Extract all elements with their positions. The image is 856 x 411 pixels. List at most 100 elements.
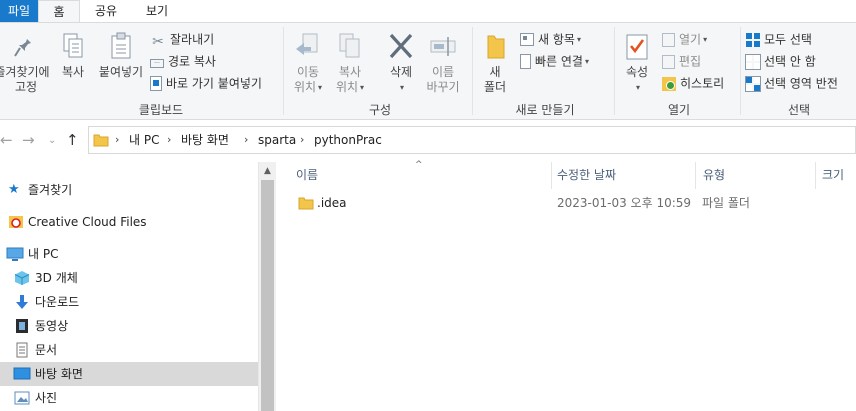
history-button[interactable]: 히스토리	[662, 73, 724, 93]
video-icon	[14, 318, 30, 334]
new-folder-line1: 새	[489, 65, 501, 79]
delete-label: 삭제	[389, 65, 413, 79]
back-arrow-icon[interactable]: ←	[0, 131, 13, 149]
select-all-button[interactable]: 모두 선택	[746, 29, 812, 49]
navigation-pane: ★ 즐겨찾기 Creative Cloud Files 내 PC 3D 개체 다…	[0, 162, 276, 411]
new-folder-button[interactable]: 새 폴더	[478, 31, 512, 95]
file-date: 2023-01-03 오후 10:59	[557, 196, 692, 210]
rename-line2: 바꾸기	[426, 80, 460, 94]
open-button[interactable]: 열기 ▾	[662, 29, 707, 49]
column-header-name[interactable]: 이름	[296, 162, 318, 189]
breadcrumb-separator[interactable]: ›	[244, 127, 248, 153]
copy-to-button[interactable]: 복사 위치 ▾	[332, 31, 368, 95]
open-icon	[662, 32, 675, 47]
clipboard-group-label: 클립보드	[138, 103, 184, 117]
scrollbar-thumb[interactable]	[261, 180, 274, 411]
copy-path-button[interactable]: ··· 경로 복사	[150, 51, 216, 71]
nav-item-this-pc[interactable]: 내 PC	[0, 242, 258, 266]
invert-selection-button[interactable]: 선택 영역 반전	[745, 73, 838, 93]
file-type: 파일 폴더	[702, 196, 750, 210]
column-header-type[interactable]: 유형	[703, 162, 725, 189]
breadcrumb-this-pc[interactable]: 내 PC	[129, 127, 159, 153]
easy-access-button[interactable]: 빠른 연결 ▾	[520, 51, 589, 71]
creative-cloud-icon	[8, 214, 24, 230]
copy-to-line2: 위치 ▾	[335, 80, 365, 94]
move-to-line2: 위치 ▾	[293, 80, 323, 94]
copy-to-line1: 복사	[338, 65, 362, 79]
new-item-button[interactable]: 새 항목 ▾	[520, 29, 581, 49]
paste-shortcut-button[interactable]: 바로 가기 붙여넣기	[150, 73, 262, 93]
paste-label: 붙여넣기	[98, 65, 144, 79]
nav-item-creative-cloud[interactable]: Creative Cloud Files	[0, 210, 258, 234]
nav-item-desktop[interactable]: 바탕 화면	[0, 362, 258, 386]
address-bar[interactable]: › 내 PC › 바탕 화면 › sparta › pythonPrac	[88, 126, 856, 154]
column-header-size[interactable]: 크기	[822, 162, 844, 189]
edit-icon	[662, 54, 675, 69]
nav-item-documents[interactable]: 문서	[0, 338, 258, 362]
rename-line1: 이름	[431, 65, 455, 79]
delete-caret: ▾	[399, 83, 404, 92]
move-to-button[interactable]: 이동 위치 ▾	[290, 31, 326, 95]
tab-file[interactable]: 파일	[0, 0, 38, 22]
delete-x-icon	[389, 33, 413, 59]
cut-button[interactable]: ✂ 잘라내기	[150, 29, 214, 50]
column-divider[interactable]	[815, 162, 816, 189]
ribbon-tabs: 파일 홈 공유 보기	[0, 0, 856, 23]
move-to-icon	[296, 33, 318, 55]
nav-item-3d-objects[interactable]: 3D 개체	[0, 266, 258, 290]
path-icon: ···	[150, 59, 164, 68]
forward-arrow-icon[interactable]: →	[22, 131, 35, 149]
nav-item-videos[interactable]: 동영상	[0, 314, 258, 338]
nav-item-pictures[interactable]: 사진	[0, 386, 258, 410]
star-icon: ★	[8, 182, 20, 197]
edit-button[interactable]: 편집	[662, 51, 701, 71]
select-all-icon	[746, 32, 760, 47]
new-group-label: 새로 만들기	[515, 103, 575, 117]
rename-icon	[430, 37, 456, 56]
select-none-button[interactable]: 선택 안 함	[745, 51, 816, 71]
breadcrumb-sparta[interactable]: sparta	[258, 127, 296, 153]
up-arrow-icon[interactable]: ↑	[66, 131, 79, 149]
shortcut-icon	[150, 76, 162, 91]
file-row[interactable]: .idea 2023-01-03 오후 10:59 파일 폴더	[277, 192, 856, 214]
group-divider	[472, 27, 473, 115]
copy-label: 복사	[61, 65, 85, 79]
document-icon	[14, 342, 30, 358]
clipboard-icon	[111, 32, 131, 59]
pin-to-quick-access-button[interactable]: 즐겨찾기에 고정	[0, 31, 52, 95]
recent-locations-chevron-icon[interactable]: ⌄	[48, 135, 56, 146]
download-icon	[14, 294, 30, 310]
scroll-up-arrow-icon[interactable]: ▲	[259, 162, 276, 180]
tab-home[interactable]: 홈	[38, 0, 80, 23]
breadcrumb-separator[interactable]: ›	[300, 127, 304, 153]
file-name: .idea	[317, 196, 347, 210]
tab-view[interactable]: 보기	[134, 0, 180, 22]
nav-item-downloads[interactable]: 다운로드	[0, 290, 258, 314]
scissors-icon: ✂	[152, 33, 164, 50]
column-divider[interactable]	[695, 162, 696, 189]
tab-share[interactable]: 공유	[86, 0, 126, 22]
column-divider[interactable]	[551, 162, 552, 189]
navigation-pane-scrollbar[interactable]: ▲	[258, 162, 276, 411]
folder-icon	[298, 197, 314, 210]
properties-button[interactable]: 속성 ▾	[620, 31, 654, 95]
select-group-label: 선택	[787, 103, 811, 117]
folder-icon	[487, 35, 505, 59]
breadcrumb-desktop[interactable]: 바탕 화면	[181, 127, 229, 153]
sort-ascending-icon: ^	[415, 160, 423, 170]
file-explorer-window: 파일 홈 공유 보기 즐겨찾기에 고정 복사	[0, 0, 856, 411]
rename-button[interactable]: 이름 바꾸기	[420, 31, 466, 95]
breadcrumb-separator[interactable]: ›	[115, 127, 119, 153]
group-divider	[740, 27, 741, 115]
new-item-icon	[520, 33, 534, 46]
paste-button[interactable]: 붙여넣기	[96, 31, 146, 80]
copy-to-icon	[339, 33, 360, 58]
nav-item-quick-access[interactable]: ★ 즐겨찾기	[0, 178, 258, 202]
delete-button[interactable]: 삭제 ▾	[384, 31, 418, 95]
move-to-line1: 이동	[296, 65, 320, 79]
copy-button[interactable]: 복사	[56, 31, 90, 80]
breadcrumb-separator[interactable]: ›	[167, 127, 171, 153]
pin-label-line1: 즐겨찾기에	[0, 65, 50, 79]
breadcrumb-pythonprac[interactable]: pythonPrac	[314, 127, 382, 153]
column-header-date[interactable]: 수정한 날짜	[557, 162, 616, 189]
